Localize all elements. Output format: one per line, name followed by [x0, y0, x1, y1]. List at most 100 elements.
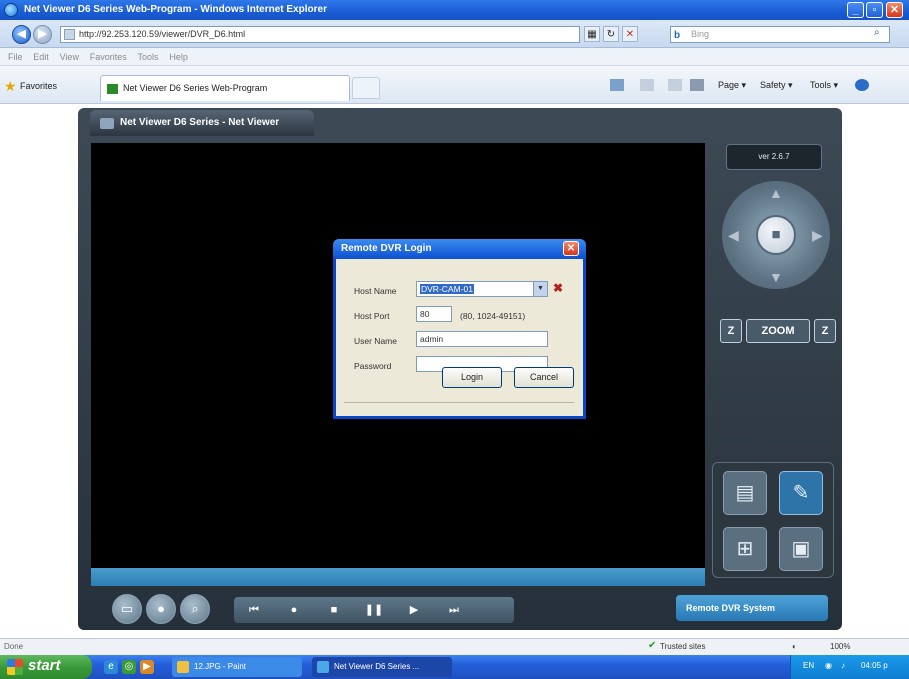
remote-dvr-system-button[interactable]: Remote DVR System — [676, 595, 828, 621]
feeds-icon[interactable] — [640, 79, 654, 91]
dialog-close-icon[interactable]: ✕ — [563, 241, 579, 256]
menu-edit[interactable]: Edit — [33, 48, 49, 66]
paint-icon — [177, 661, 189, 673]
quicklaunch-media-icon[interactable]: ▶ — [140, 660, 154, 674]
stop-icon[interactable]: ✕ — [622, 26, 638, 42]
page-content: Net Viewer D6 Series - Net Viewer ver 2.… — [0, 104, 909, 638]
dialog-title-bar: Remote DVR Login — [333, 239, 586, 259]
function-panel: ▤ ✎ ⊞ ▣ — [712, 462, 834, 578]
password-label: Password — [354, 361, 392, 371]
address-input[interactable]: http://92.253.120.59/viewer/DVR_D6.html — [60, 26, 580, 43]
refresh-icon[interactable]: ↻ — [603, 26, 619, 42]
search-playback-icon[interactable]: ⌕ — [180, 594, 210, 624]
help-icon[interactable] — [855, 79, 869, 91]
favorites-star-icon[interactable]: ★ — [4, 78, 17, 95]
ptz-left-icon[interactable]: ◀ — [728, 227, 739, 244]
log-list-icon[interactable]: ▤ — [723, 471, 767, 515]
zoom-level[interactable]: 100% — [830, 642, 850, 651]
taskbar-net-viewer[interactable]: Net Viewer D6 Series ... — [312, 657, 452, 677]
host-name-select[interactable]: DVR-CAM-01 ▼ — [416, 281, 548, 297]
ptz-right-icon[interactable]: ▶ — [812, 227, 823, 244]
record-icon[interactable]: ● — [274, 597, 314, 623]
maximize-button[interactable]: ▫ — [866, 2, 883, 18]
menu-help[interactable]: Help — [169, 48, 188, 66]
windows-flag-icon — [7, 659, 23, 675]
cancel-button[interactable]: Cancel — [514, 367, 574, 388]
menu-view[interactable]: View — [60, 48, 79, 66]
minimize-button[interactable]: _ — [847, 2, 864, 18]
tab-page-icon — [107, 84, 118, 94]
browser-tab[interactable]: Net Viewer D6 Series Web-Program — [100, 75, 350, 101]
rewind-icon[interactable]: ⏮ — [234, 597, 274, 623]
status-bar: Done ✔ Trusted sites ◐ 100% — [0, 638, 909, 655]
address-url: http://92.253.120.59/viewer/DVR_D6.html — [79, 29, 246, 39]
settings-wrench-icon[interactable]: ✎ — [779, 471, 823, 515]
taskbar-paint[interactable]: 12.JPG - Paint — [172, 657, 302, 677]
ptz-up-icon[interactable]: ▲ — [769, 185, 783, 201]
login-button[interactable]: Login — [442, 367, 502, 388]
zoom-in-button[interactable]: Z — [814, 319, 836, 343]
menu-file[interactable]: File — [8, 48, 23, 66]
clock[interactable]: 04:05 p — [861, 661, 888, 670]
delete-host-icon[interactable]: ✖ — [553, 281, 563, 295]
chevron-down-icon[interactable]: ▼ — [533, 282, 547, 296]
menu-tools[interactable]: Tools — [138, 48, 159, 66]
start-button[interactable]: start — [0, 655, 92, 679]
search-icon[interactable]: ⌕ — [874, 27, 888, 41]
playback-controls: ▭ ● ⌕ ⏮ ● ■ ❚❚ ▶ ⏭ — [108, 592, 528, 626]
home-icon[interactable] — [610, 79, 624, 91]
volume-tray-icon[interactable]: ♪ — [841, 661, 845, 670]
network-icon[interactable]: ⊞ — [723, 527, 767, 571]
dialog-separator — [344, 402, 574, 403]
language-indicator[interactable]: EN — [803, 661, 814, 670]
compatibility-view-icon[interactable]: ▦ — [584, 26, 600, 42]
search-input[interactable]: b Bing — [670, 26, 890, 43]
status-text: Done — [4, 642, 24, 651]
window-title: Net Viewer D6 Series Web-Program - Windo… — [24, 4, 327, 15]
fast-forward-icon[interactable]: ⏭ — [434, 597, 474, 623]
print-icon[interactable] — [690, 79, 704, 91]
tab-title: Net Viewer D6 Series Web-Program — [123, 83, 268, 93]
safety-menu[interactable]: Safety ▾ — [760, 80, 793, 91]
quicklaunch-browser-icon[interactable]: ◎ — [122, 660, 136, 674]
dialog-title: Remote DVR Login — [341, 243, 432, 254]
new-tab-button[interactable] — [352, 77, 380, 99]
ptz-center-icon[interactable]: ■ — [756, 215, 796, 255]
host-port-input[interactable]: 80 — [416, 306, 452, 322]
pause-icon[interactable]: ❚❚ — [354, 597, 394, 623]
network-tray-icon[interactable]: ◉ — [825, 661, 832, 670]
play-icon[interactable]: ▶ — [394, 597, 434, 623]
security-zone[interactable]: Trusted sites — [660, 642, 706, 651]
menu-bar: File Edit View Favorites Tools Help — [0, 48, 909, 66]
favorites-bar: ★ Favorites Net Viewer D6 Series Web-Pro… — [0, 66, 909, 104]
folder-icon[interactable]: ▣ — [779, 527, 823, 571]
page-menu[interactable]: Page ▾ — [718, 80, 746, 91]
favorites-label[interactable]: Favorites — [20, 81, 57, 91]
read-mail-icon[interactable] — [668, 79, 682, 91]
host-name-label: Host Name — [354, 286, 397, 296]
playback-bar: ⏮ ● ■ ❚❚ ▶ ⏭ — [234, 597, 514, 623]
ie-task-icon — [317, 661, 329, 673]
back-icon[interactable]: ◀ — [12, 25, 31, 44]
zoom-out-button[interactable]: Z — [720, 319, 742, 343]
forward-icon[interactable]: ▶ — [33, 25, 52, 44]
quicklaunch-ie-icon[interactable]: e — [104, 660, 118, 674]
record-toggle-icon[interactable]: ● — [146, 594, 176, 624]
user-name-input[interactable]: admin — [416, 331, 548, 347]
tools-menu[interactable]: Tools ▾ — [810, 80, 838, 91]
port-range-hint: (80, 1024-49151) — [460, 311, 526, 321]
start-label: start — [28, 657, 61, 674]
ptz-down-icon[interactable]: ▼ — [769, 269, 783, 285]
app-camera-icon — [100, 118, 114, 129]
close-window-button[interactable]: ✕ — [886, 2, 903, 18]
app-title-tab: Net Viewer D6 Series - Net Viewer — [90, 110, 314, 136]
app-title: Net Viewer D6 Series - Net Viewer — [120, 117, 280, 128]
dialog-body: Host Name DVR-CAM-01 ▼ ✖ Host Port 80 (8… — [336, 259, 583, 416]
remote-dvr-login-dialog: Remote DVR Login ✕ Host Name DVR-CAM-01 … — [333, 239, 586, 419]
host-port-label: Host Port — [354, 311, 390, 321]
stop-playback-icon[interactable]: ■ — [314, 597, 354, 623]
snapshot-icon[interactable]: ▭ — [112, 594, 142, 624]
protected-mode-icon[interactable]: ◐ — [792, 642, 797, 651]
menu-favorites[interactable]: Favorites — [90, 48, 127, 66]
address-toolbar: ◀ ▶ http://92.253.120.59/viewer/DVR_D6.h… — [0, 20, 909, 48]
